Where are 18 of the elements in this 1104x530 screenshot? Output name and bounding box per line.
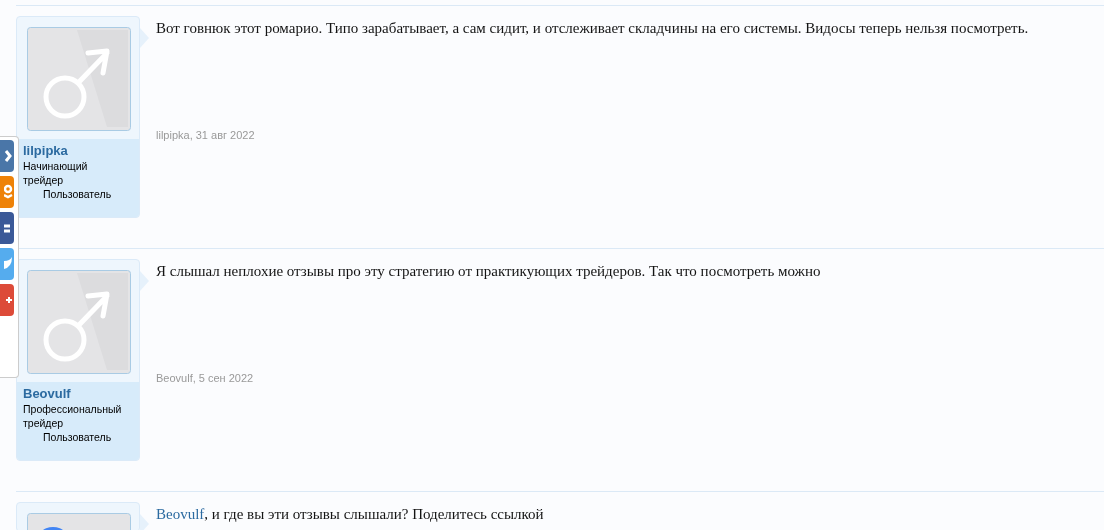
post-byline: Beovulf, 5 сен 2022 bbox=[156, 371, 255, 386]
username-link[interactable]: Beovulf bbox=[23, 386, 133, 402]
share-button[interactable] bbox=[0, 140, 14, 172]
user-title: Профессиональный трейдер bbox=[23, 402, 123, 430]
message-text: Вот говнюк этот ромарио. Типо зарабатывает, а сам сидит, и отслеживает складчины на его системы. Видосы теперь нельзя посмотреть. bbox=[156, 19, 1030, 38]
post-byline: lilpipka, 31 авг 2022 bbox=[156, 128, 256, 143]
male-avatar-icon bbox=[27, 27, 131, 131]
message-text: Beovulf, и где вы эти отзывы слышали? Поделитесь ссылкой bbox=[156, 505, 545, 524]
share-button[interactable] bbox=[0, 212, 14, 244]
message-text: Я слышал неплохие отзывы про эту стратегию от практикующих трейдеров. Так что посмотреть можно bbox=[156, 262, 822, 281]
user-title: Начинающий трейдер bbox=[23, 159, 89, 187]
username-link[interactable]: lilpipka bbox=[23, 143, 133, 159]
user-role: Пользователь bbox=[42, 187, 113, 201]
avatar-icon bbox=[27, 513, 131, 530]
male-avatar-icon bbox=[27, 270, 131, 374]
user-role: Пользователь bbox=[42, 430, 113, 444]
ok-share-icon bbox=[4, 183, 14, 201]
share-button[interactable] bbox=[0, 284, 14, 316]
